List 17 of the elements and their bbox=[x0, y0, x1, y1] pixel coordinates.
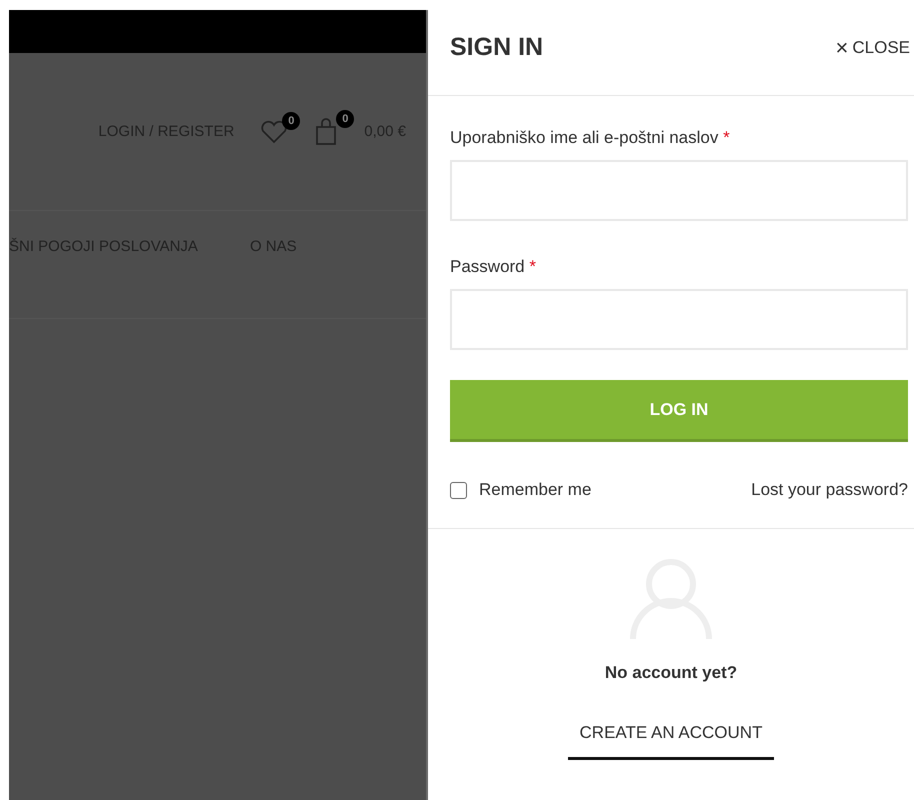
count-badge: 0 bbox=[336, 110, 354, 128]
lost-password-link[interactable]: Lost your password? bbox=[751, 480, 908, 500]
remember-checkbox[interactable] bbox=[450, 482, 467, 498]
shopping-bag-icon[interactable] bbox=[314, 118, 338, 146]
login-button[interactable]: LOG IN bbox=[450, 380, 908, 442]
heart-icon[interactable] bbox=[260, 120, 288, 144]
close-icon: × bbox=[836, 34, 848, 60]
count-badge: 0 bbox=[282, 112, 300, 130]
create-account-link[interactable]: CREATE AN ACCOUNT bbox=[568, 723, 774, 760]
field-label: Password * bbox=[450, 257, 537, 277]
no-account-text: No account yet? bbox=[604, 663, 738, 683]
required-mark: * bbox=[529, 257, 536, 276]
close-button[interactable]: × CLOSE bbox=[836, 34, 910, 60]
remember-label: Remember me bbox=[479, 480, 592, 500]
required-mark: * bbox=[723, 128, 730, 147]
field-label: Uporabniško ime ali e-poštni naslov * bbox=[450, 128, 731, 148]
panel-title: SIGN IN bbox=[450, 33, 544, 62]
